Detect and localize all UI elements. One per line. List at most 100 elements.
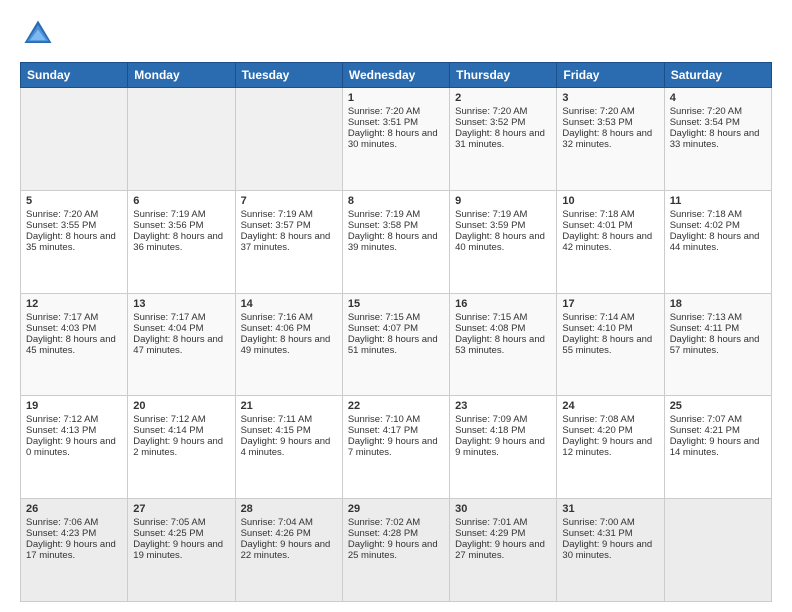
day-number: 21 (241, 400, 337, 412)
calendar-cell: 6Sunrise: 7:19 AMSunset: 3:56 PMDaylight… (128, 190, 235, 293)
daylight-text: Daylight: 8 hours and 39 minutes. (348, 231, 444, 253)
sunrise-text: Sunrise: 7:18 AM (562, 209, 658, 220)
daylight-text: Daylight: 9 hours and 27 minutes. (455, 539, 551, 561)
day-number: 12 (26, 298, 122, 310)
day-number: 19 (26, 400, 122, 412)
sunrise-text: Sunrise: 7:15 AM (455, 312, 551, 323)
sunset-text: Sunset: 4:02 PM (670, 220, 766, 231)
calendar-cell: 21Sunrise: 7:11 AMSunset: 4:15 PMDayligh… (235, 396, 342, 499)
day-number: 30 (455, 503, 551, 515)
day-number: 4 (670, 92, 766, 104)
calendar-cell: 22Sunrise: 7:10 AMSunset: 4:17 PMDayligh… (342, 396, 449, 499)
daylight-text: Daylight: 8 hours and 57 minutes. (670, 334, 766, 356)
daylight-text: Daylight: 8 hours and 53 minutes. (455, 334, 551, 356)
sunrise-text: Sunrise: 7:15 AM (348, 312, 444, 323)
sunrise-text: Sunrise: 7:05 AM (133, 517, 229, 528)
sunrise-text: Sunrise: 7:13 AM (670, 312, 766, 323)
logo (20, 16, 60, 52)
day-number: 5 (26, 195, 122, 207)
sunset-text: Sunset: 4:01 PM (562, 220, 658, 231)
sunrise-text: Sunrise: 7:20 AM (455, 106, 551, 117)
calendar-cell (235, 88, 342, 191)
sunset-text: Sunset: 4:29 PM (455, 528, 551, 539)
sunset-text: Sunset: 4:28 PM (348, 528, 444, 539)
day-number: 20 (133, 400, 229, 412)
calendar-cell: 18Sunrise: 7:13 AMSunset: 4:11 PMDayligh… (664, 293, 771, 396)
sunset-text: Sunset: 3:52 PM (455, 117, 551, 128)
daylight-text: Daylight: 8 hours and 32 minutes. (562, 128, 658, 150)
sunrise-text: Sunrise: 7:20 AM (26, 209, 122, 220)
calendar-cell: 8Sunrise: 7:19 AMSunset: 3:58 PMDaylight… (342, 190, 449, 293)
daylight-text: Daylight: 8 hours and 36 minutes. (133, 231, 229, 253)
sunset-text: Sunset: 3:56 PM (133, 220, 229, 231)
daylight-text: Daylight: 9 hours and 7 minutes. (348, 436, 444, 458)
sunset-text: Sunset: 4:06 PM (241, 323, 337, 334)
sunrise-text: Sunrise: 7:01 AM (455, 517, 551, 528)
sunrise-text: Sunrise: 7:20 AM (562, 106, 658, 117)
daylight-text: Daylight: 9 hours and 2 minutes. (133, 436, 229, 458)
calendar-cell: 26 Sunrise: 7:06 AMSunset: 4:23 PMDayligh… (21, 499, 128, 602)
calendar-cell: 7Sunrise: 7:19 AMSunset: 3:57 PMDaylight… (235, 190, 342, 293)
calendar-cell: 5 Sunrise: 7:20 AMSunset: 3:55 PMDaylight… (21, 190, 128, 293)
day-number: 6 (133, 195, 229, 207)
daylight-text: Daylight: 9 hours and 17 minutes. (26, 539, 122, 561)
sunset-text: Sunset: 3:58 PM (348, 220, 444, 231)
day-number: 3 (562, 92, 658, 104)
day-number: 16 (455, 298, 551, 310)
day-number: 13 (133, 298, 229, 310)
sunset-text: Sunset: 3:55 PM (26, 220, 122, 231)
sunset-text: Sunset: 4:10 PM (562, 323, 658, 334)
sunset-text: Sunset: 4:11 PM (670, 323, 766, 334)
daylight-text: Daylight: 9 hours and 14 minutes. (670, 436, 766, 458)
day-number: 31 (562, 503, 658, 515)
sunrise-text: Sunrise: 7:07 AM (670, 414, 766, 425)
day-number: 23 (455, 400, 551, 412)
sunset-text: Sunset: 4:21 PM (670, 425, 766, 436)
daylight-text: Daylight: 9 hours and 30 minutes. (562, 539, 658, 561)
calendar-cell: 20Sunrise: 7:12 AMSunset: 4:14 PMDayligh… (128, 396, 235, 499)
calendar-cell: 15Sunrise: 7:15 AMSunset: 4:07 PMDayligh… (342, 293, 449, 396)
header (20, 16, 772, 52)
sunrise-text: Sunrise: 7:18 AM (670, 209, 766, 220)
sunset-text: Sunset: 4:18 PM (455, 425, 551, 436)
calendar-cell: 14Sunrise: 7:16 AMSunset: 4:06 PMDayligh… (235, 293, 342, 396)
sunrise-text: Sunrise: 7:19 AM (455, 209, 551, 220)
daylight-text: Daylight: 9 hours and 4 minutes. (241, 436, 337, 458)
sunset-text: Sunset: 4:07 PM (348, 323, 444, 334)
day-header-sunday: Sunday (21, 63, 128, 88)
calendar-cell (664, 499, 771, 602)
sunrise-text: Sunrise: 7:09 AM (455, 414, 551, 425)
day-number: 7 (241, 195, 337, 207)
calendar-cell: 4Sunrise: 7:20 AMSunset: 3:54 PMDaylight… (664, 88, 771, 191)
sunset-text: Sunset: 4:31 PM (562, 528, 658, 539)
sunset-text: Sunset: 3:59 PM (455, 220, 551, 231)
daylight-text: Daylight: 8 hours and 37 minutes. (241, 231, 337, 253)
sunset-text: Sunset: 4:25 PM (133, 528, 229, 539)
logo-icon (20, 16, 56, 52)
calendar-cell: 10Sunrise: 7:18 AMSunset: 4:01 PMDayligh… (557, 190, 664, 293)
day-number: 26 (26, 503, 122, 515)
sunrise-text: Sunrise: 7:20 AM (348, 106, 444, 117)
day-number: 1 (348, 92, 444, 104)
day-number: 24 (562, 400, 658, 412)
sunset-text: Sunset: 3:53 PM (562, 117, 658, 128)
daylight-text: Daylight: 8 hours and 44 minutes. (670, 231, 766, 253)
sunrise-text: Sunrise: 7:00 AM (562, 517, 658, 528)
sunrise-text: Sunrise: 7:14 AM (562, 312, 658, 323)
sunrise-text: Sunrise: 7:06 AM (26, 517, 122, 528)
calendar-cell: 24Sunrise: 7:08 AMSunset: 4:20 PMDayligh… (557, 396, 664, 499)
calendar-cell: 23Sunrise: 7:09 AMSunset: 4:18 PMDayligh… (450, 396, 557, 499)
sunset-text: Sunset: 4:15 PM (241, 425, 337, 436)
day-number: 27 (133, 503, 229, 515)
calendar-page: SundayMondayTuesdayWednesdayThursdayFrid… (0, 0, 792, 612)
calendar-cell: 27Sunrise: 7:05 AMSunset: 4:25 PMDayligh… (128, 499, 235, 602)
daylight-text: Daylight: 8 hours and 35 minutes. (26, 231, 122, 253)
sunset-text: Sunset: 3:54 PM (670, 117, 766, 128)
day-header-wednesday: Wednesday (342, 63, 449, 88)
calendar-cell: 30 Sunrise: 7:01 AMSunset: 4:29 PMDayligh… (450, 499, 557, 602)
day-number: 17 (562, 298, 658, 310)
sunrise-text: Sunrise: 7:20 AM (670, 106, 766, 117)
sunset-text: Sunset: 4:23 PM (26, 528, 122, 539)
day-header-tuesday: Tuesday (235, 63, 342, 88)
day-number: 22 (348, 400, 444, 412)
